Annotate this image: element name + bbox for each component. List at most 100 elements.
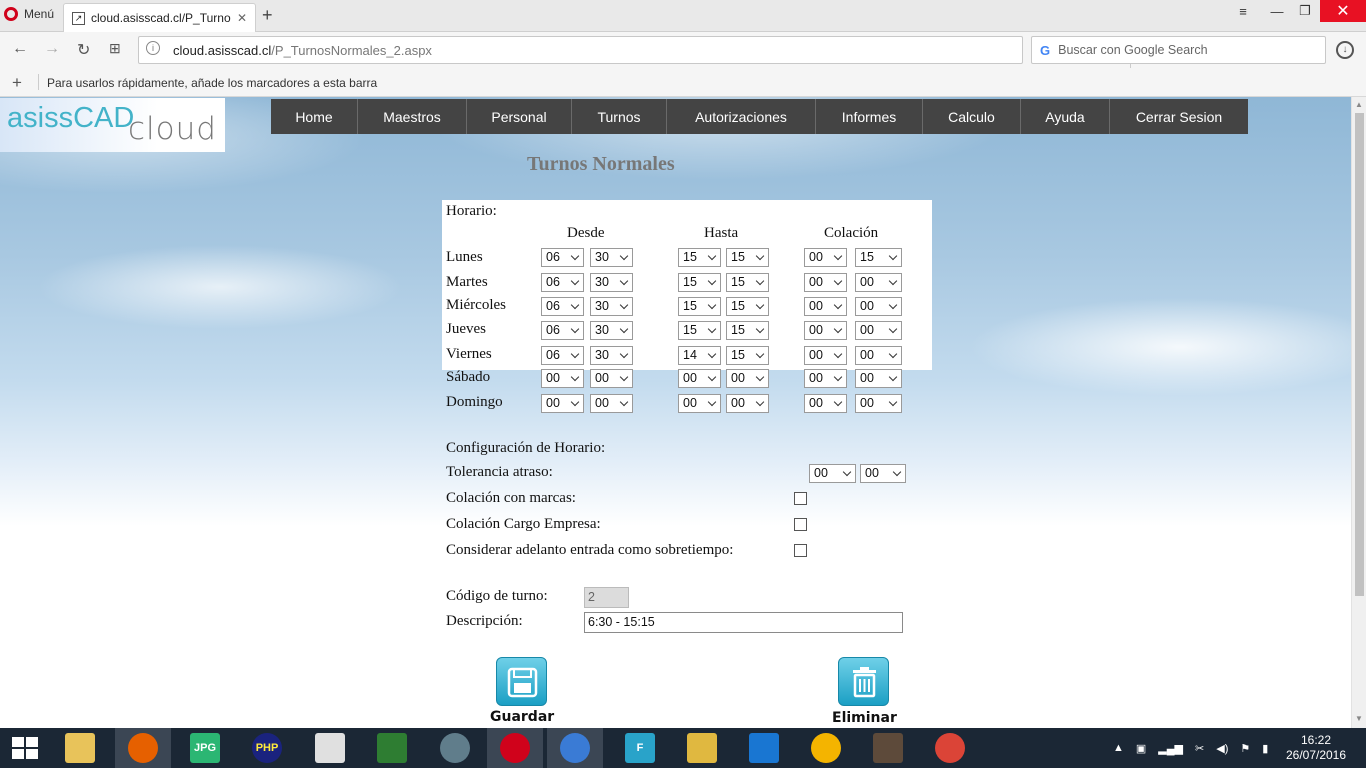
desde-hour-select[interactable]: 00	[541, 394, 584, 413]
forward-icon[interactable]: →	[44, 40, 60, 58]
nav-item-home[interactable]: Home	[271, 99, 358, 134]
document-icon[interactable]	[315, 733, 345, 763]
firefox-icon[interactable]	[128, 733, 158, 763]
taskbar-clock[interactable]: 16:22 26/07/2016	[1284, 733, 1348, 763]
desde-minute-select[interactable]: 30	[590, 346, 633, 365]
volume-icon[interactable]: ◀)	[1216, 742, 1228, 755]
search-field[interactable]: G Buscar con Google Search	[1031, 36, 1326, 64]
hasta-hour-select[interactable]: 15	[678, 321, 721, 340]
desde-hour-select[interactable]: 06	[541, 273, 584, 292]
php-editor-icon[interactable]: PHP	[252, 733, 282, 763]
hasta-minute-select[interactable]: 15	[726, 273, 769, 292]
delete-button-label[interactable]: Eliminar	[832, 710, 897, 726]
tab-menu-icon[interactable]: ≡	[1228, 0, 1258, 22]
colacion-minute-select[interactable]: 00	[855, 394, 902, 413]
battery-icon[interactable]: ▮	[1262, 742, 1268, 755]
hasta-minute-select[interactable]: 00	[726, 369, 769, 388]
download-icon[interactable]: ↓	[1336, 41, 1354, 59]
colacion-hour-select[interactable]: 00	[804, 248, 847, 267]
nav-item-informes[interactable]: Informes	[816, 99, 923, 134]
page-scrollbar[interactable]: ▲ ▼	[1351, 97, 1366, 728]
scroll-down-icon[interactable]: ▼	[1355, 714, 1363, 723]
nav-item-ayuda[interactable]: Ayuda	[1021, 99, 1110, 134]
nav-item-autorizaciones[interactable]: Autorizaciones	[667, 99, 816, 134]
colacion-hour-select[interactable]: 00	[804, 321, 847, 340]
new-tab-button[interactable]: +	[262, 5, 273, 26]
nav-item-calculo[interactable]: Calculo	[923, 99, 1021, 134]
app-circle-icon[interactable]	[440, 733, 470, 763]
colacion-hour-select[interactable]: 00	[804, 369, 847, 388]
hasta-hour-select[interactable]: 14	[678, 346, 721, 365]
hasta-minute-select[interactable]: 15	[726, 346, 769, 365]
save-button[interactable]	[496, 657, 547, 706]
window-close-icon[interactable]: ✕	[1320, 0, 1366, 22]
reload-icon[interactable]: ↻	[77, 40, 90, 60]
minimize-icon[interactable]: —	[1262, 0, 1292, 22]
colacion-hour-select[interactable]: 00	[804, 273, 847, 292]
speed-dial-icon[interactable]: ⊞	[109, 40, 121, 57]
browser-tab[interactable]: ↗ cloud.asisscad.cl/P_Turnos ✕	[63, 3, 256, 32]
tab-close-icon[interactable]: ✕	[237, 11, 247, 25]
app-f-icon[interactable]: F	[625, 733, 655, 763]
colacion-minute-select[interactable]: 00	[855, 297, 902, 316]
nav-item-turnos[interactable]: Turnos	[572, 99, 667, 134]
adelanto-checkbox[interactable]	[794, 544, 807, 557]
colacion-hour-select[interactable]: 00	[804, 297, 847, 316]
hasta-minute-select[interactable]: 15	[726, 248, 769, 267]
tolerancia-minute-select[interactable]: 00	[860, 464, 906, 483]
hasta-hour-select[interactable]: 15	[678, 297, 721, 316]
colacion-hour-select[interactable]: 00	[804, 394, 847, 413]
desde-hour-select[interactable]: 06	[541, 297, 584, 316]
colacion-empresa-checkbox[interactable]	[794, 518, 807, 531]
add-bookmark-icon[interactable]: +	[12, 73, 22, 93]
url-field[interactable]: cloud.asisscad.cl/P_TurnosNormales_2.asp…	[138, 36, 1151, 68]
colacion-marcas-checkbox[interactable]	[794, 492, 807, 505]
hasta-minute-select[interactable]: 00	[726, 394, 769, 413]
opera-icon[interactable]	[500, 733, 530, 763]
network-signal-icon[interactable]: ▂▄▆	[1158, 742, 1183, 755]
colacion-minute-select[interactable]: 00	[855, 273, 902, 292]
tolerancia-hour-select[interactable]: 00	[809, 464, 856, 483]
thunderbird-icon[interactable]	[560, 733, 590, 763]
hasta-minute-select[interactable]: 15	[726, 321, 769, 340]
file-explorer-icon[interactable]	[65, 733, 95, 763]
colacion-hour-select[interactable]: 00	[804, 346, 847, 365]
game-icon[interactable]	[873, 733, 903, 763]
app-logo[interactable]: asissCAD cloud	[0, 98, 225, 152]
desde-hour-select[interactable]: 06	[541, 248, 584, 267]
desde-minute-select[interactable]: 30	[590, 297, 633, 316]
desde-minute-select[interactable]: 30	[590, 248, 633, 267]
desde-minute-select[interactable]: 00	[590, 369, 633, 388]
colacion-minute-select[interactable]: 00	[855, 346, 902, 365]
hasta-hour-select[interactable]: 15	[678, 248, 721, 267]
tray-flag-icon[interactable]: ⚑	[1240, 742, 1250, 755]
restore-icon[interactable]: ❐	[1290, 0, 1320, 22]
tray-expand-icon[interactable]: ▲	[1113, 742, 1124, 754]
tray-app-icon[interactable]: ▣	[1136, 742, 1146, 755]
chrome-icon[interactable]	[935, 733, 965, 763]
hasta-hour-select[interactable]: 00	[678, 394, 721, 413]
hasta-hour-select[interactable]: 15	[678, 273, 721, 292]
delete-button[interactable]	[838, 657, 889, 706]
jpg-viewer-icon[interactable]: JPG	[190, 733, 220, 763]
nav-item-cerrar-sesion[interactable]: Cerrar Sesion	[1110, 99, 1248, 134]
desde-minute-select[interactable]: 30	[590, 321, 633, 340]
nav-item-maestros[interactable]: Maestros	[358, 99, 467, 134]
tray-tool-icon[interactable]: ✂	[1195, 742, 1204, 755]
hasta-hour-select[interactable]: 00	[678, 369, 721, 388]
desde-hour-select[interactable]: 06	[541, 346, 584, 365]
colacion-minute-select[interactable]: 00	[855, 321, 902, 340]
nav-item-personal[interactable]: Personal	[467, 99, 572, 134]
descripcion-field[interactable]: 6:30 - 15:15	[584, 612, 903, 633]
scroll-up-icon[interactable]: ▲	[1355, 100, 1363, 109]
colacion-minute-select[interactable]: 15	[855, 248, 902, 267]
desde-hour-select[interactable]: 00	[541, 369, 584, 388]
app-blue-icon[interactable]	[749, 733, 779, 763]
desde-hour-select[interactable]: 06	[541, 321, 584, 340]
scroll-thumb[interactable]	[1355, 113, 1364, 596]
site-info-icon[interactable]: i	[146, 41, 160, 55]
app-green-icon[interactable]	[377, 733, 407, 763]
hasta-minute-select[interactable]: 15	[726, 297, 769, 316]
tools-icon[interactable]	[687, 733, 717, 763]
back-icon[interactable]: ←	[12, 40, 28, 58]
